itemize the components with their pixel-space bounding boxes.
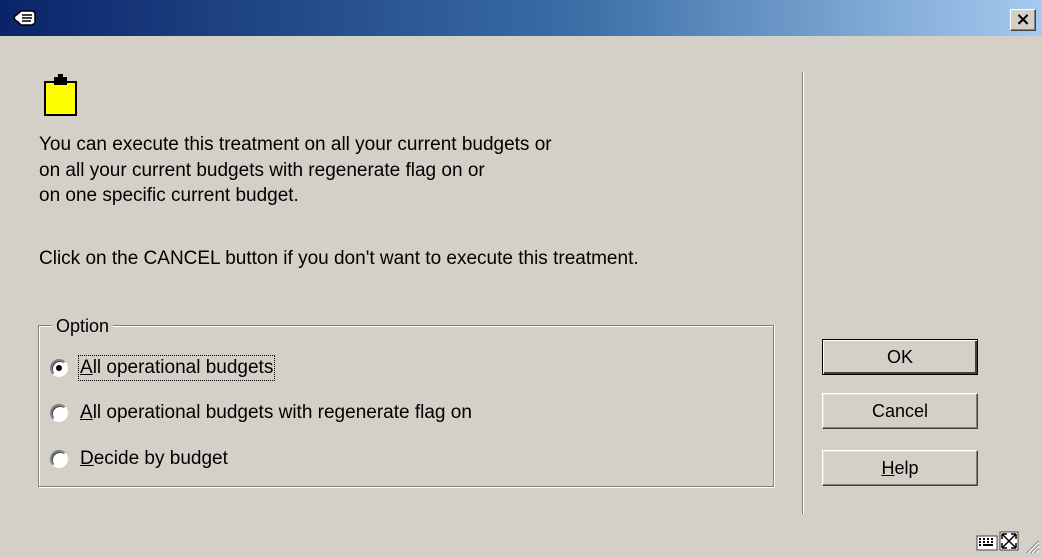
help-button[interactable]: Help bbox=[822, 450, 978, 486]
radio-label: All operational budgets with regenerate … bbox=[80, 402, 472, 423]
radio-button[interactable] bbox=[50, 450, 68, 468]
title-bar[interactable]: × bbox=[0, 0, 1042, 36]
message-line-1: You can execute this treatment on all yo… bbox=[39, 134, 552, 155]
radio-button[interactable] bbox=[50, 359, 68, 377]
dialog-window: × You can execute this treatment on all … bbox=[0, 0, 1042, 558]
keyboard-icon[interactable] bbox=[976, 530, 998, 552]
vertical-divider bbox=[802, 72, 804, 514]
ok-button[interactable]: OK bbox=[822, 339, 978, 375]
cancel-hint: Click on the CANCEL button if you don't … bbox=[39, 248, 639, 269]
radio-label: All operational budgets bbox=[77, 355, 276, 381]
hand-pointer-icon bbox=[13, 10, 36, 26]
radio-button[interactable] bbox=[50, 404, 68, 422]
cancel-button[interactable]: Cancel bbox=[822, 393, 978, 429]
resize-grip-icon[interactable] bbox=[1024, 538, 1040, 554]
radio-label: Decide by budget bbox=[80, 448, 228, 469]
radio-budgets-regenerate-flag[interactable]: All operational budgets with regenerate … bbox=[50, 398, 472, 428]
radio-decide-by-budget[interactable]: Decide by budget bbox=[50, 444, 228, 474]
message-line-3: on one specific current budget. bbox=[39, 185, 299, 206]
maximize-icon[interactable] bbox=[998, 530, 1020, 552]
close-button[interactable]: × bbox=[1010, 9, 1036, 31]
option-group-legend: Option bbox=[52, 316, 114, 337]
clipboard-icon bbox=[44, 74, 77, 116]
radio-all-budgets[interactable]: All operational budgets bbox=[50, 353, 276, 383]
message-line-2: on all your current budgets with regener… bbox=[39, 160, 485, 181]
